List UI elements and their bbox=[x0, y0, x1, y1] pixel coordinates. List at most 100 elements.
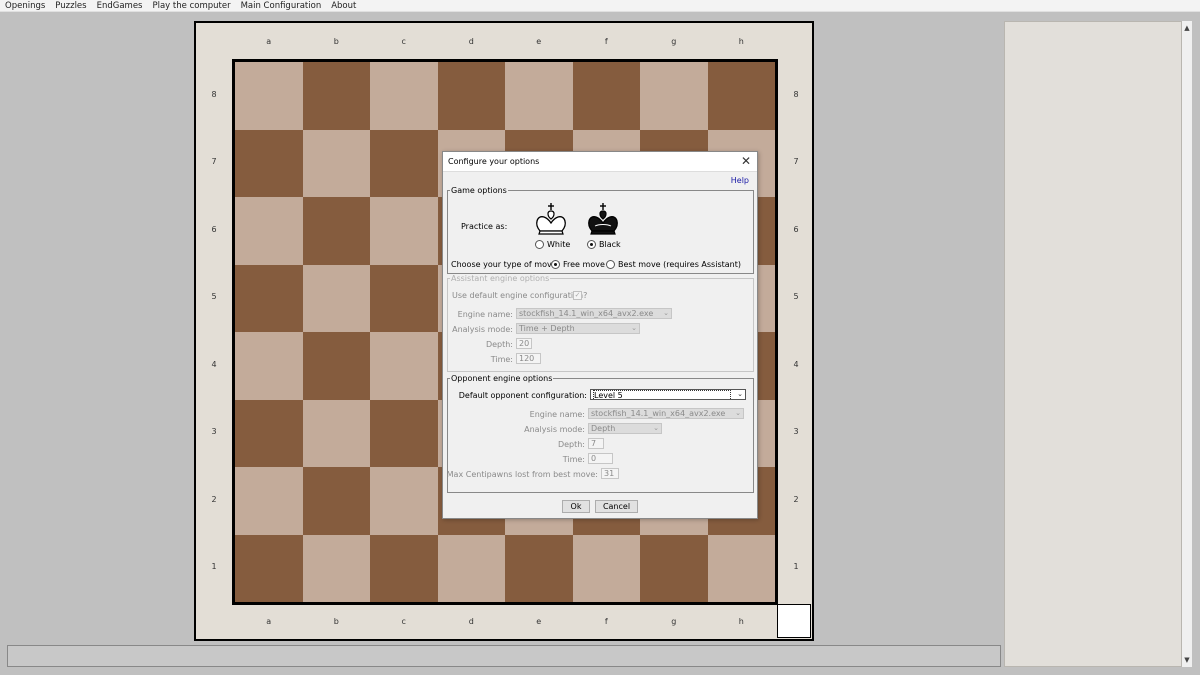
board-square-d1[interactable] bbox=[437, 534, 505, 602]
opponent-time-label: Time: bbox=[562, 455, 585, 464]
board-square-g1[interactable] bbox=[640, 534, 708, 602]
opponent-analysis-mode-label: Analysis mode: bbox=[524, 425, 585, 434]
board-square-b7[interactable] bbox=[302, 129, 370, 197]
menu-endgames[interactable]: EndGames bbox=[92, 0, 148, 11]
assistant-analysis-mode-value: Time + Depth bbox=[519, 324, 575, 333]
white-label: White bbox=[547, 240, 571, 249]
file-label-bottom-g: g bbox=[671, 617, 677, 626]
board-square-c6[interactable] bbox=[370, 197, 438, 265]
assistant-engine-name-value: stockfish_14.1_win_x64_avx2.exe bbox=[519, 309, 654, 318]
opponent-analysis-mode-select[interactable]: Depth ⌄ bbox=[588, 423, 662, 434]
board-square-a6[interactable] bbox=[235, 197, 303, 265]
board-square-c4[interactable] bbox=[370, 332, 438, 400]
file-label-bottom-e: e bbox=[536, 617, 542, 626]
rank-label-left-6: 6 bbox=[211, 224, 217, 234]
opponent-time-field[interactable]: 0 bbox=[588, 453, 613, 464]
assistant-time-field[interactable]: 120 bbox=[516, 353, 541, 364]
practice-white-radio[interactable]: White bbox=[535, 240, 570, 249]
board-square-c7[interactable] bbox=[370, 129, 438, 197]
file-label-top-e: e bbox=[536, 37, 542, 46]
dialog-title-bar: Configure your options ✕ bbox=[443, 152, 757, 172]
scroll-down-icon[interactable]: ▼ bbox=[1182, 655, 1192, 665]
assistant-depth-field[interactable]: 20 bbox=[516, 338, 532, 349]
menu-puzzles[interactable]: Puzzles bbox=[50, 0, 91, 11]
board-square-g8[interactable] bbox=[640, 62, 708, 130]
board-square-c2[interactable] bbox=[370, 467, 438, 535]
menu-openings[interactable]: Openings bbox=[0, 0, 50, 11]
board-square-b4[interactable] bbox=[302, 332, 370, 400]
board-square-a8[interactable] bbox=[235, 62, 303, 130]
chevron-down-icon: ⌄ bbox=[663, 309, 669, 317]
board-square-h8[interactable] bbox=[707, 62, 775, 130]
rank-label-left-8: 8 bbox=[211, 89, 217, 99]
rank-label-left-7: 7 bbox=[211, 157, 217, 167]
board-square-b2[interactable] bbox=[302, 467, 370, 535]
cancel-button[interactable]: Cancel bbox=[595, 500, 638, 513]
board-square-e8[interactable] bbox=[505, 62, 573, 130]
board-square-b8[interactable] bbox=[302, 62, 370, 130]
opponent-analysis-mode-value: Depth bbox=[591, 424, 616, 433]
best-move-label: Best move (requires Assistant) bbox=[618, 260, 741, 269]
rank-label-left-4: 4 bbox=[211, 359, 217, 369]
scroll-up-icon[interactable]: ▲ bbox=[1182, 23, 1192, 33]
radio-circle bbox=[587, 240, 596, 249]
board-square-h1[interactable] bbox=[707, 534, 775, 602]
help-link[interactable]: Help bbox=[731, 176, 749, 185]
menu-main-configuration[interactable]: Main Configuration bbox=[236, 0, 327, 11]
board-square-c3[interactable] bbox=[370, 399, 438, 467]
black-king-icon[interactable] bbox=[585, 202, 621, 236]
file-label-top-b: b bbox=[333, 37, 339, 46]
white-king-icon[interactable] bbox=[533, 202, 569, 236]
free-move-radio[interactable]: Free move bbox=[551, 260, 605, 269]
rank-label-left-5: 5 bbox=[211, 292, 217, 302]
side-panel-scrollbar[interactable]: ▲ ▼ bbox=[1182, 21, 1192, 667]
practice-black-radio[interactable]: Black bbox=[587, 240, 621, 249]
move-type-label: Choose your type of move: bbox=[451, 260, 560, 269]
board-square-c5[interactable] bbox=[370, 264, 438, 332]
menu-play-computer[interactable]: Play the computer bbox=[147, 0, 235, 11]
assistant-engine-name-select[interactable]: stockfish_14.1_win_x64_avx2.exe ⌄ bbox=[516, 308, 672, 319]
status-bar bbox=[7, 645, 1001, 667]
board-square-b5[interactable] bbox=[302, 264, 370, 332]
side-to-move-indicator bbox=[777, 604, 811, 638]
board-square-a7[interactable] bbox=[235, 129, 303, 197]
board-square-a1[interactable] bbox=[235, 534, 303, 602]
board-square-c8[interactable] bbox=[370, 62, 438, 130]
default-opponent-config-select[interactable]: Level 5 ⌄ bbox=[590, 389, 746, 400]
file-label-top-d: d bbox=[468, 37, 474, 46]
board-square-f1[interactable] bbox=[572, 534, 640, 602]
chevron-down-icon: ⌄ bbox=[737, 390, 743, 398]
board-square-d8[interactable] bbox=[437, 62, 505, 130]
file-label-bottom-f: f bbox=[604, 617, 608, 626]
max-centipawns-label: Max Centipawns lost from best move: bbox=[446, 470, 598, 479]
board-square-a3[interactable] bbox=[235, 399, 303, 467]
board-square-c1[interactable] bbox=[370, 534, 438, 602]
ok-button[interactable]: Ok bbox=[562, 500, 590, 513]
opponent-engine-name-select[interactable]: stockfish_14.1_win_x64_avx2.exe ⌄ bbox=[588, 408, 744, 419]
use-default-engine-label: Use default engine configuration? bbox=[452, 291, 588, 300]
rank-label-left-3: 3 bbox=[211, 427, 217, 437]
opponent-engine-name-label: Engine name: bbox=[529, 410, 585, 419]
rank-label-left-2: 2 bbox=[211, 494, 217, 504]
best-move-radio[interactable]: Best move (requires Assistant) bbox=[606, 260, 741, 269]
close-icon[interactable]: ✕ bbox=[739, 154, 753, 168]
board-square-a5[interactable] bbox=[235, 264, 303, 332]
use-default-engine-checkbox[interactable]: ✓ bbox=[573, 291, 582, 300]
radio-circle bbox=[606, 260, 615, 269]
free-move-label: Free move bbox=[563, 260, 605, 269]
assistant-depth-label: Depth: bbox=[485, 340, 513, 349]
dialog-title: Configure your options bbox=[448, 157, 540, 166]
max-centipawns-field[interactable]: 31 bbox=[601, 468, 619, 479]
radio-circle bbox=[535, 240, 544, 249]
opponent-depth-field[interactable]: 7 bbox=[588, 438, 604, 449]
menu-about[interactable]: About bbox=[326, 0, 361, 11]
board-square-e1[interactable] bbox=[505, 534, 573, 602]
board-square-a2[interactable] bbox=[235, 467, 303, 535]
rank-label-left-1: 1 bbox=[211, 562, 217, 572]
board-square-a4[interactable] bbox=[235, 332, 303, 400]
board-square-b6[interactable] bbox=[302, 197, 370, 265]
assistant-analysis-mode-select[interactable]: Time + Depth ⌄ bbox=[516, 323, 640, 334]
board-square-b3[interactable] bbox=[302, 399, 370, 467]
board-square-b1[interactable] bbox=[302, 534, 370, 602]
board-square-f8[interactable] bbox=[572, 62, 640, 130]
